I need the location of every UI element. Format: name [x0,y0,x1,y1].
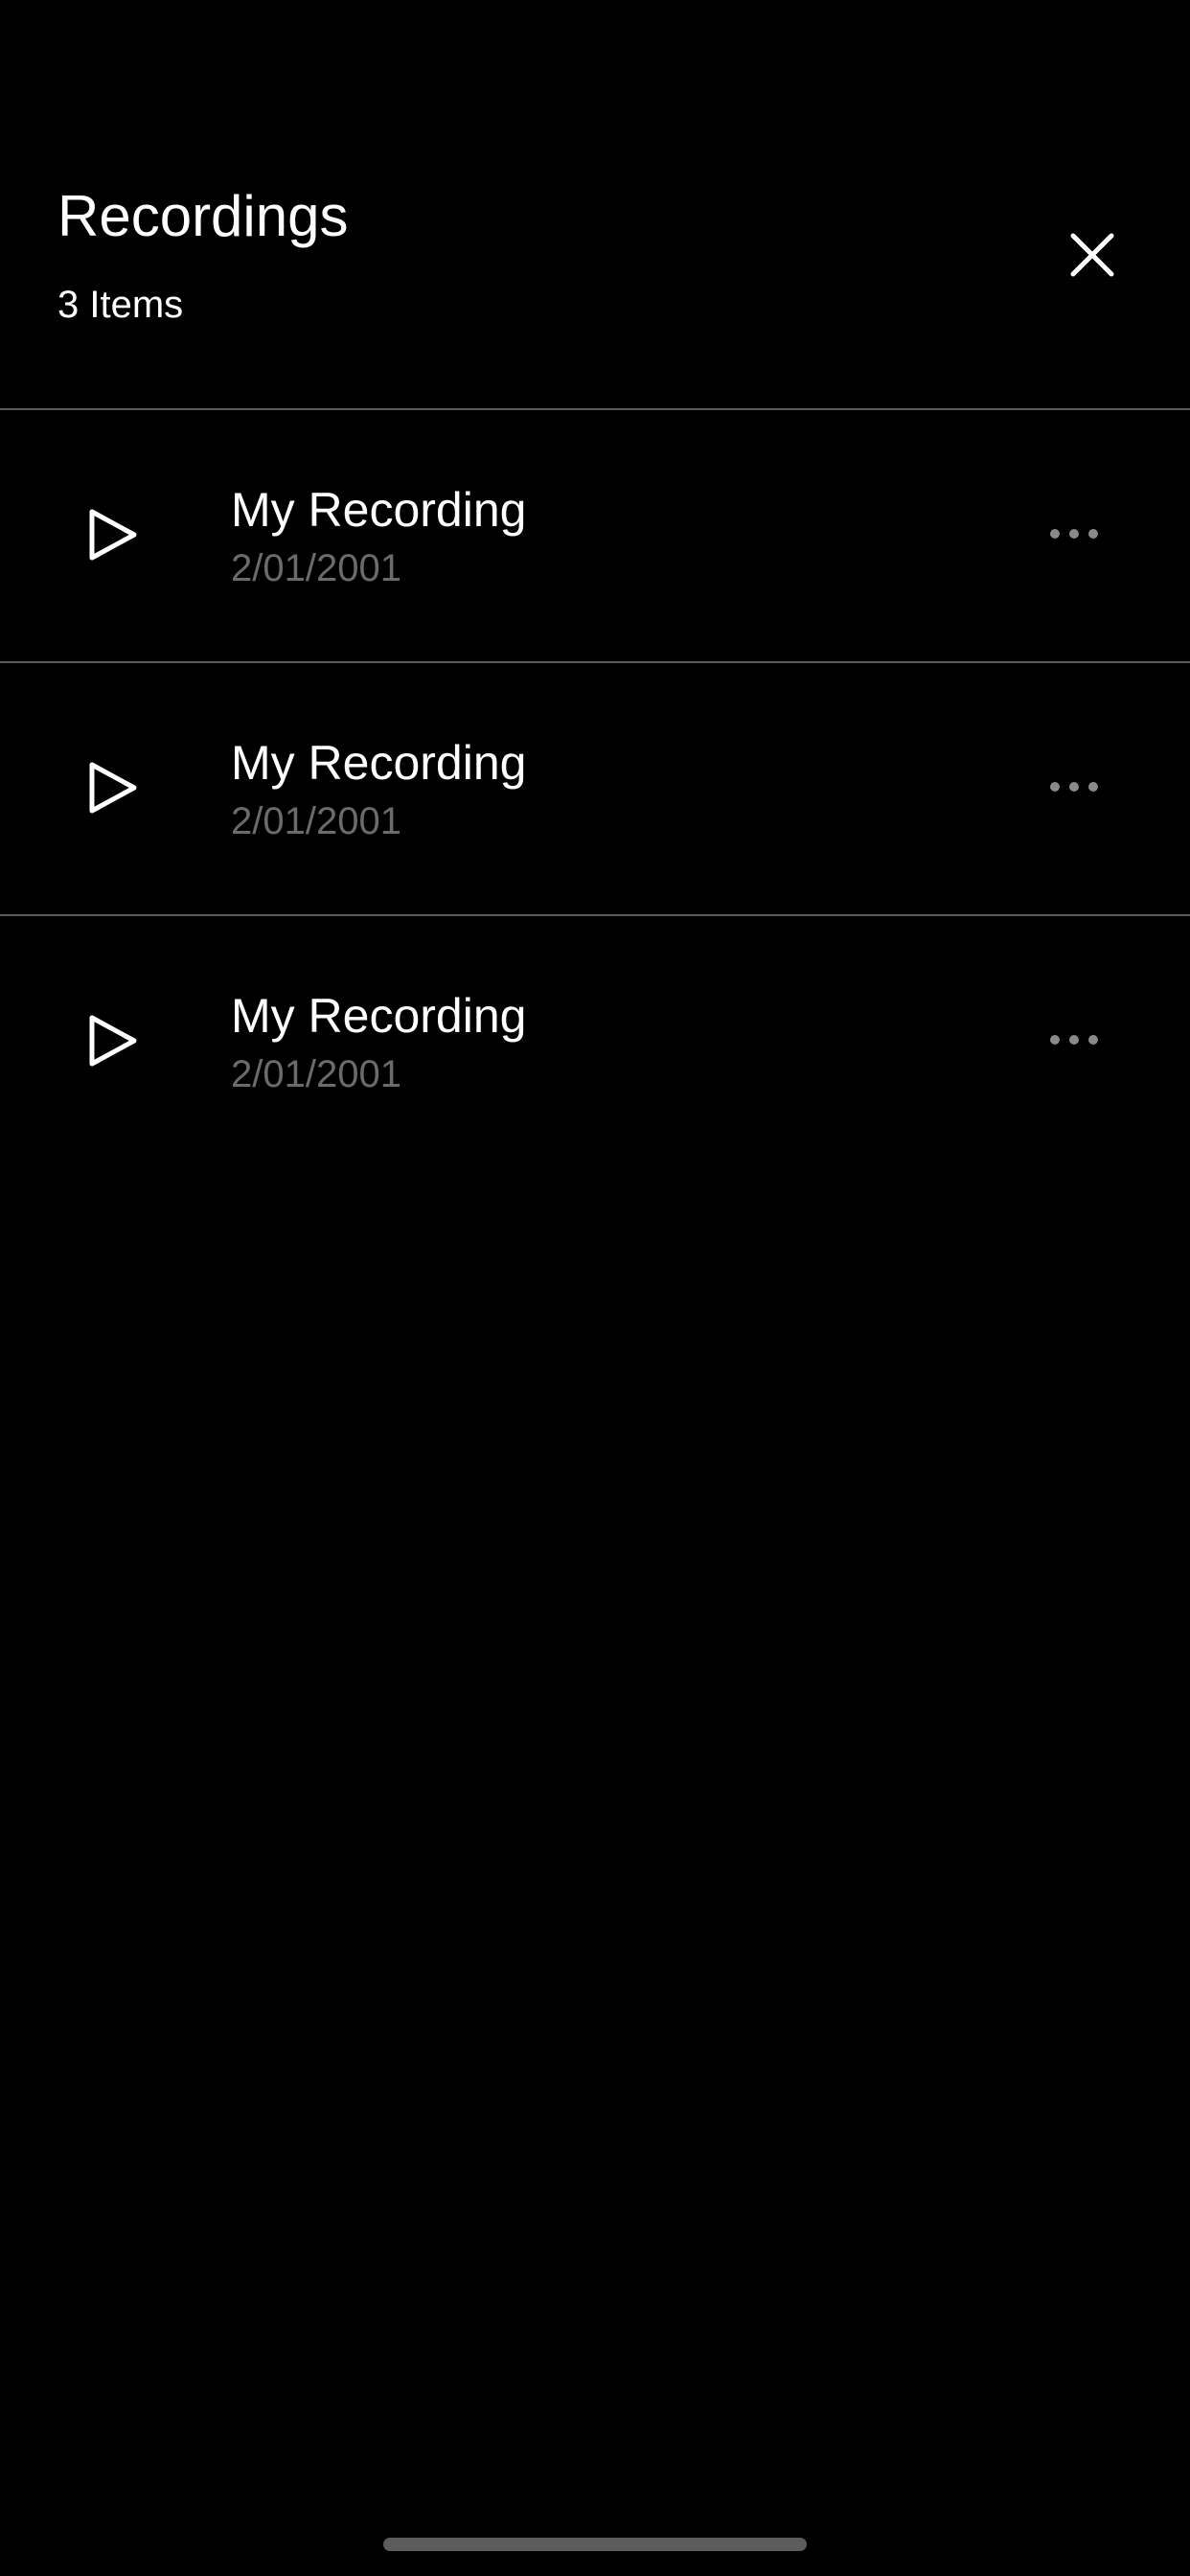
more-options-button[interactable] [1041,510,1108,558]
recording-title: My Recording [231,989,527,1043]
item-count: 3 Items [57,284,184,326]
page-title: Recordings [57,184,349,248]
more-horizontal-icon [1050,782,1098,792]
recording-date: 2/01/2001 [231,547,401,589]
close-icon [1070,233,1114,277]
play-button[interactable] [77,498,149,571]
more-horizontal-icon [1050,529,1098,539]
recording-date: 2/01/2001 [231,1053,401,1095]
more-options-button[interactable] [1041,763,1108,811]
play-icon [89,1015,137,1067]
home-indicator [383,2538,807,2551]
recordings-list: My Recording 2/01/2001 My Recording 2/01… [0,410,1190,1169]
play-button[interactable] [77,751,149,824]
recording-row[interactable]: My Recording 2/01/2001 [0,410,1190,663]
recording-title: My Recording [231,483,527,537]
header: Recordings 3 Items [0,0,1190,410]
recording-row[interactable]: My Recording 2/01/2001 [0,916,1190,1169]
more-horizontal-icon [1050,1035,1098,1045]
close-button[interactable] [1058,220,1127,289]
recording-row[interactable]: My Recording 2/01/2001 [0,663,1190,916]
play-icon [89,762,137,814]
play-button[interactable] [77,1004,149,1077]
recording-title: My Recording [231,736,527,790]
recording-date: 2/01/2001 [231,800,401,842]
more-options-button[interactable] [1041,1016,1108,1064]
play-icon [89,509,137,561]
